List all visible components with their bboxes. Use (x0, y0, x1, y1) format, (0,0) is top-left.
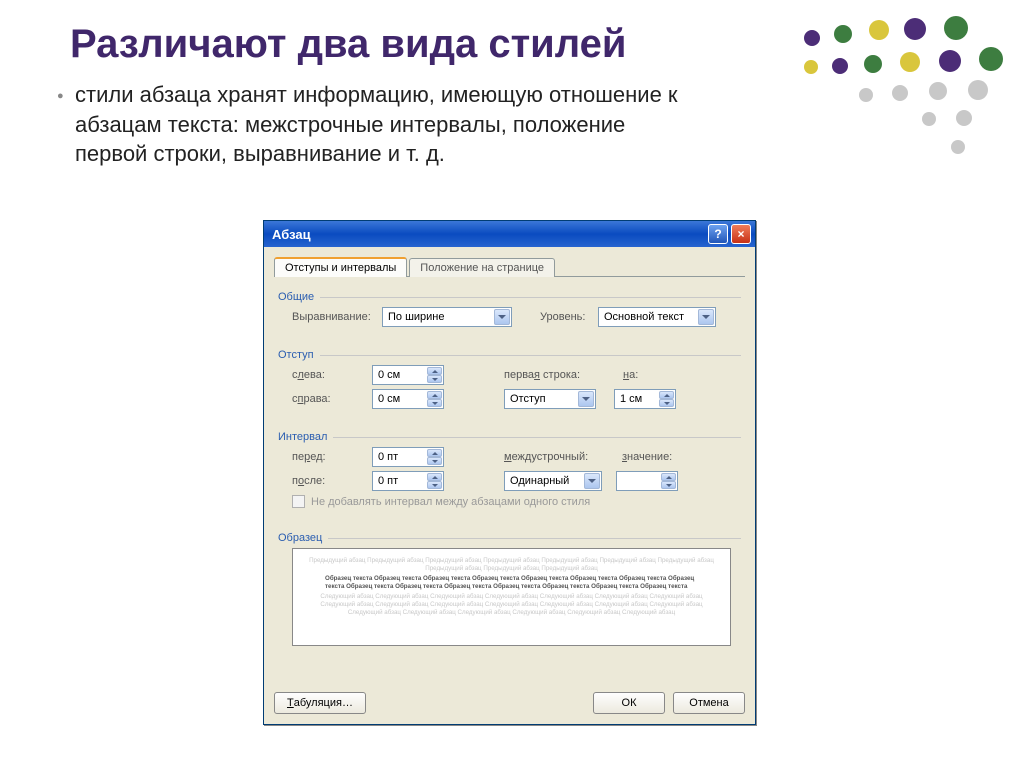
by-spinner[interactable]: 1 см (614, 389, 676, 409)
spinner-arrows-icon (427, 367, 442, 383)
chevron-down-icon (494, 309, 510, 325)
at-spinner[interactable] (616, 471, 678, 491)
alignment-label: Выравнивание: (292, 311, 382, 323)
alignment-combo[interactable]: По ширине (382, 307, 512, 327)
spinner-arrows-icon (661, 473, 676, 489)
indent-right-spinner[interactable]: 0 см (372, 389, 444, 409)
preview-next-text: Следующий абзац Следующий абзац Следующи… (305, 593, 718, 617)
tab-strip: Отступы и интервалы Положение на страниц… (274, 255, 745, 277)
indent-left-value: 0 см (378, 369, 400, 381)
suppress-spacing-label: Не добавлять интервал между абзацами одн… (311, 496, 590, 508)
dialog-titlebar[interactable]: Абзац ? × (264, 221, 755, 247)
group-preview: Образец Предыдущий абзац Предыдущий абза… (274, 524, 745, 650)
preview-pane: Предыдущий абзац Предыдущий абзац Предыд… (292, 548, 731, 646)
first-line-label: первая строка: (504, 369, 599, 381)
first-line-value: Отступ (510, 393, 546, 405)
level-value: Основной текст (604, 311, 684, 323)
spinner-arrows-icon (427, 473, 442, 489)
spinner-arrows-icon (427, 449, 442, 465)
group-spacing: Интервал перед: 0 пт междустрочный: знач… (274, 423, 745, 516)
cancel-button[interactable]: Отмена (673, 692, 745, 714)
chevron-down-icon (584, 473, 600, 489)
before-label: перед: (292, 451, 372, 463)
first-line-combo[interactable]: Отступ (504, 389, 596, 409)
after-spinner[interactable]: 0 пт (372, 471, 444, 491)
level-label: Уровень: (540, 311, 598, 323)
tab-indents[interactable]: Отступы и интервалы (274, 257, 407, 277)
help-icon[interactable]: ? (708, 224, 728, 244)
group-preview-legend: Образец (278, 532, 322, 544)
at-label: значение: (622, 451, 672, 463)
tabs-button[interactable]: Табуляция… (274, 692, 366, 714)
group-general-legend: Общие (278, 291, 314, 303)
dialog-title: Абзац (272, 227, 311, 242)
decorative-dots (744, 0, 1024, 200)
before-spinner[interactable]: 0 пт (372, 447, 444, 467)
line-spacing-label: междустрочный: (504, 451, 604, 463)
indent-right-value: 0 см (378, 393, 400, 405)
suppress-spacing-checkbox[interactable]: Не добавлять интервал между абзацами одн… (278, 495, 741, 508)
after-value: 0 пт (378, 475, 398, 487)
close-icon[interactable]: × (731, 224, 751, 244)
indent-left-spinner[interactable]: 0 см (372, 365, 444, 385)
by-value: 1 см (620, 393, 642, 405)
line-spacing-value: Одинарный (510, 475, 569, 487)
group-indent-legend: Отступ (278, 349, 314, 361)
checkbox-icon (292, 495, 305, 508)
group-indent: Отступ слева: 0 см первая строка: на: сп… (274, 341, 745, 417)
spinner-arrows-icon (427, 391, 442, 407)
chevron-down-icon (698, 309, 714, 325)
indent-left-label: слева: (292, 369, 372, 381)
chevron-down-icon (578, 391, 594, 407)
before-value: 0 пт (378, 451, 398, 463)
by-label: на: (623, 369, 638, 381)
preview-sample-text: Образец текста Образец текста Образец те… (325, 575, 698, 591)
indent-right-label: справа: (292, 393, 372, 405)
group-spacing-legend: Интервал (278, 431, 327, 443)
paragraph-dialog: Абзац ? × Отступы и интервалы Положение … (263, 220, 756, 725)
slide-bullet: стили абзаца хранят информацию, имеющую … (75, 80, 695, 169)
dialog-button-row: Табуляция… ОК Отмена (274, 692, 745, 714)
tab-position-label: Положение на странице (420, 262, 544, 274)
after-label: после: (292, 475, 372, 487)
ok-button[interactable]: ОК (593, 692, 665, 714)
slide-title: Различают два вида стилей (70, 22, 626, 67)
line-spacing-combo[interactable]: Одинарный (504, 471, 602, 491)
group-general: Общие Выравнивание: По ширине Уровень: О… (274, 283, 745, 335)
alignment-value: По ширине (388, 311, 445, 323)
tab-indents-label: Отступы и интервалы (285, 262, 396, 274)
preview-prev-text: Предыдущий абзац Предыдущий абзац Предыд… (305, 557, 718, 573)
tab-position[interactable]: Положение на странице (409, 258, 555, 277)
spinner-arrows-icon (659, 391, 674, 407)
level-combo[interactable]: Основной текст (598, 307, 716, 327)
